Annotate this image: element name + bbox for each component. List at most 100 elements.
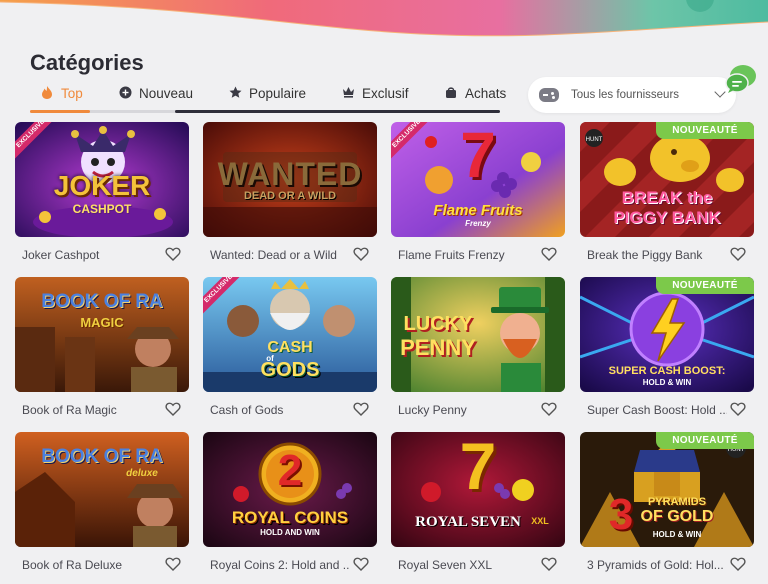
game-art-title: 2	[277, 446, 303, 495]
provider-select-label: Tous les fournisseurs	[571, 89, 680, 101]
game-name: Wanted: Dead or a Wild	[210, 248, 337, 262]
favorite-heart-icon[interactable]	[353, 246, 369, 262]
game-thumbnail[interactable]: SUPER CASH BOOST: HOLD & WIN NOUVEAUTÉ	[580, 277, 754, 392]
provider-select[interactable]: Tous les fournisseurs	[528, 77, 736, 113]
favorite-heart-icon[interactable]	[730, 246, 746, 262]
new-badge: NOUVEAUTÉ	[656, 432, 754, 449]
tab-nouveau[interactable]: Nouveau	[118, 82, 193, 104]
game-art-title: BOOK OF RA	[41, 291, 163, 312]
favorite-heart-icon[interactable]	[353, 556, 369, 572]
game-art-title: PYRAMIDS	[647, 496, 707, 508]
favorite-heart-icon[interactable]	[730, 556, 746, 572]
game-name: Break the Piggy Bank	[587, 248, 703, 262]
game-thumbnail[interactable]: BOOK OF RA deluxe	[15, 432, 189, 547]
header-wave-decoration	[0, 0, 768, 37]
flame-icon	[40, 86, 54, 100]
game-art-title: JOKER	[53, 170, 151, 201]
favorite-heart-icon[interactable]	[541, 556, 557, 572]
game-art-subtitle-2: HOLD AND WIN	[260, 528, 320, 537]
game-art-subtitle: OF GOLD	[640, 508, 714, 525]
game-art-subtitle: deluxe	[126, 468, 158, 479]
game-art-title: WANTED	[217, 156, 363, 192]
game-thumbnail[interactable]: 7 ROYAL SEVEN XXL	[391, 432, 565, 547]
category-tabs: Top Nouveau Populaire Exclusif Achats	[30, 82, 506, 114]
game-art-title: 7	[460, 122, 496, 191]
tab-top[interactable]: Top	[40, 82, 83, 104]
favorite-heart-icon[interactable]	[730, 401, 746, 417]
game-name: Flame Fruits Frenzy	[398, 248, 505, 262]
game-name: Joker Cashpot	[22, 248, 100, 262]
tab-populaire[interactable]: Populaire	[228, 82, 306, 104]
new-badge: NOUVEAUTÉ	[656, 277, 754, 294]
tab-label: Exclusif	[362, 85, 409, 101]
game-card-royal-seven-xxl[interactable]: 7 ROYAL SEVEN XXL Royal Seven XXL	[391, 432, 565, 578]
game-thumbnail[interactable]: HUNT 3 PYRAMIDS OF GOLD HOLD & WIN NOUVE…	[580, 432, 754, 547]
game-name: Royal Coins 2: Hold and ...	[210, 558, 350, 572]
game-thumbnail[interactable]: WANTED DEAD OR A WILD	[203, 122, 377, 237]
game-thumbnail[interactable]: HUNT BREAK the PIGGY BANK NOUVEAUTÉ	[580, 122, 754, 237]
game-card-royal-coins-2[interactable]: 2 ROYAL COINS HOLD AND WIN Royal Coins 2…	[203, 432, 377, 578]
game-art-title: LUCKY	[403, 313, 473, 335]
game-card-book-of-ra-deluxe[interactable]: BOOK OF RA deluxe Book of Ra Deluxe	[15, 432, 189, 578]
game-name: 3 Pyramids of Gold: Hol...	[587, 558, 724, 572]
game-art-title: 7	[459, 432, 497, 503]
svg-text:HUNT: HUNT	[586, 137, 603, 143]
game-card-joker-cashpot[interactable]: JOKER CASHPOT EXCLUSIVE Joker Cashpot	[15, 122, 189, 268]
game-thumbnail[interactable]: 7 Flame Fruits Frenzy EXCLUSIVE	[391, 122, 565, 237]
game-art-subtitle-2: HOLD & WIN	[652, 530, 702, 539]
game-thumbnail[interactable]: CASH GODS of EXCLUSIVE	[203, 277, 377, 392]
game-art-subtitle: ROYAL COINS	[231, 508, 349, 527]
tab-label: Populaire	[249, 85, 307, 101]
bag-icon	[444, 86, 458, 100]
game-art-subtitle: DEAD OR A WILD	[243, 190, 337, 202]
game-art-subtitle-2: Frenzy	[465, 219, 491, 228]
new-badge: NOUVEAUTÉ	[656, 122, 754, 139]
game-card-cash-of-gods[interactable]: CASH GODS of EXCLUSIVE Cash of Gods	[203, 277, 377, 423]
game-art-title: SUPER CASH BOOST:	[608, 365, 726, 377]
favorite-heart-icon[interactable]	[541, 246, 557, 262]
favorite-heart-icon[interactable]	[165, 556, 181, 572]
favorite-heart-icon[interactable]	[165, 401, 181, 417]
tab-label: Nouveau	[139, 85, 194, 101]
tabs-scrollbar[interactable]	[175, 110, 500, 113]
game-art-badge: XXL	[531, 516, 549, 526]
game-thumbnail[interactable]: BOOK OF RA MAGIC	[15, 277, 189, 392]
game-art-title: BOOK OF RA	[41, 446, 163, 467]
game-thumbnail[interactable]: 2 ROYAL COINS HOLD AND WIN	[203, 432, 377, 547]
game-card-break-the-piggy-bank[interactable]: HUNT BREAK the PIGGY BANK NOUVEAUTÉ Brea…	[580, 122, 754, 268]
game-thumbnail[interactable]: LUCKY PENNY	[391, 277, 565, 392]
tab-label: Achats	[465, 85, 507, 101]
game-card-3-pyramids-of-gold[interactable]: HUNT 3 PYRAMIDS OF GOLD HOLD & WIN NOUVE…	[580, 432, 754, 578]
tab-achats[interactable]: Achats	[444, 82, 506, 104]
game-name: Book of Ra Magic	[22, 403, 117, 417]
game-art-connector: of	[266, 354, 274, 363]
favorite-heart-icon[interactable]	[541, 401, 557, 417]
active-tab-indicator	[30, 110, 90, 113]
page-title: Catégories	[30, 50, 144, 75]
gamepad-icon	[539, 88, 559, 102]
game-art-subtitle: PENNY	[400, 335, 476, 360]
game-card-super-cash-boost[interactable]: SUPER CASH BOOST: HOLD & WIN NOUVEAUTÉ S…	[580, 277, 754, 423]
game-name: Royal Seven XXL	[398, 558, 493, 572]
tab-exclusif[interactable]: Exclusif	[341, 82, 409, 104]
game-art-subtitle: Flame Fruits	[433, 202, 523, 219]
game-name: Cash of Gods	[210, 403, 284, 417]
game-name: Super Cash Boost: Hold ...	[587, 403, 727, 417]
favorite-heart-icon[interactable]	[165, 246, 181, 262]
chat-support-icon[interactable]	[724, 64, 758, 94]
game-thumbnail[interactable]: JOKER CASHPOT EXCLUSIVE	[15, 122, 189, 237]
game-name: Lucky Penny	[398, 403, 467, 417]
game-art-subtitle: MAGIC	[80, 315, 124, 330]
game-card-lucky-penny[interactable]: LUCKY PENNY Lucky Penny	[391, 277, 565, 423]
star-icon	[228, 86, 242, 100]
game-card-book-of-ra-magic[interactable]: BOOK OF RA MAGIC Book of Ra Magic	[15, 277, 189, 423]
game-art-subtitle: PIGGY BANK	[613, 208, 721, 227]
game-art-subtitle: HOLD & WIN	[642, 378, 692, 387]
game-name: Book of Ra Deluxe	[22, 558, 123, 572]
favorite-heart-icon[interactable]	[353, 401, 369, 417]
game-card-flame-fruits-frenzy[interactable]: 7 Flame Fruits Frenzy EXCLUSIVE Flame Fr…	[391, 122, 565, 268]
plus-circle-icon	[118, 86, 132, 100]
crown-icon	[341, 86, 355, 100]
game-art-subtitle: CASHPOT	[72, 202, 132, 216]
game-card-wanted[interactable]: WANTED DEAD OR A WILD Wanted: Dead or a …	[203, 122, 377, 268]
